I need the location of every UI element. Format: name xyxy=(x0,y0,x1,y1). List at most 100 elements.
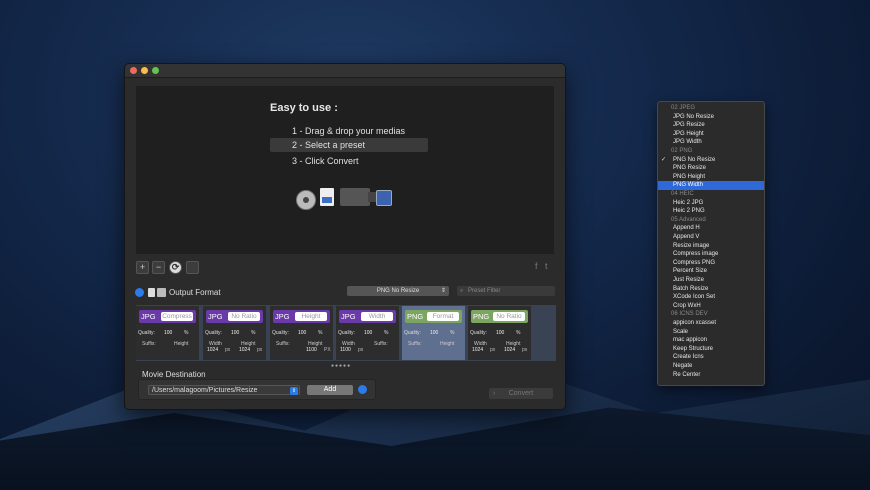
step-2-text: 2 - Select a preset xyxy=(292,140,366,150)
menu-item[interactable]: Batch Resize xyxy=(658,285,764,294)
preset-filter-input[interactable]: ⌕ Preset Filter xyxy=(457,286,555,296)
field-unit-2: px xyxy=(522,347,528,353)
field-value-2[interactable]: 1100 xyxy=(306,347,317,353)
camera-icon xyxy=(340,188,376,206)
step-1-text: 1 - Drag & drop your medias xyxy=(292,126,406,136)
preset-select[interactable]: PNG No Resize ⇕ xyxy=(347,286,449,296)
format-badge: JPG Width xyxy=(339,310,396,323)
preset-card[interactable]: JPG Height Quality: 100% Suffix: Height 1100 PX xyxy=(270,306,333,360)
chevron-updown-icon: ⇕ xyxy=(290,387,298,395)
percent-label: % xyxy=(318,330,323,336)
percent-label: % xyxy=(384,330,389,336)
preset-filter-placeholder: Preset Filter xyxy=(468,288,501,294)
format-badge: PNG Format xyxy=(405,310,462,323)
menu-item[interactable]: PNG Resize xyxy=(658,164,764,173)
menu-item[interactable]: Percent Size xyxy=(658,267,764,276)
menu-item-label: JPG Height xyxy=(673,130,704,137)
remove-preset-button[interactable]: − xyxy=(152,261,165,274)
preset-name: No Ratio xyxy=(228,312,260,321)
add-destination-button[interactable]: Add xyxy=(307,385,353,395)
minimize-button[interactable] xyxy=(141,67,148,74)
quality-value[interactable]: 100 xyxy=(164,330,172,336)
menu-item[interactable]: Keep Structure xyxy=(658,345,764,354)
menu-item[interactable]: Crop WxH xyxy=(658,302,764,311)
quality-value[interactable]: 100 xyxy=(430,330,438,336)
preset-card[interactable]: PNG No Ratio Quality: 100% Width Height 1024 px… xyxy=(468,306,531,360)
menu-item[interactable]: JPG Height xyxy=(658,130,764,139)
field-unit-2: px xyxy=(257,347,263,353)
format-name: PNG xyxy=(473,312,490,321)
menu-item[interactable]: Compress image xyxy=(658,250,764,259)
menu-section-header: 05 Advanced xyxy=(658,216,764,225)
quality-value[interactable]: 100 xyxy=(231,330,239,336)
menu-item[interactable]: Re Center xyxy=(658,371,764,380)
trash-icon[interactable] xyxy=(186,261,199,274)
preset-name: Compress xyxy=(161,312,193,321)
menu-item[interactable]: Just Resize xyxy=(658,276,764,285)
menu-item[interactable]: Resize image xyxy=(658,242,764,251)
menu-item-label: 04 HEIC xyxy=(671,191,694,197)
preset-cards: JPG Compress Quality: 100% Suffix: Height JPG N… xyxy=(135,304,557,362)
preset-card[interactable]: PNG Format Quality: 100% Suffix: Height xyxy=(402,306,465,360)
destination-path-text: /Users/malagoom/Pictures/Resize xyxy=(152,387,258,394)
menu-item-label: PNG Width xyxy=(673,182,704,189)
zoom-button[interactable] xyxy=(152,67,159,74)
menu-item[interactable]: mac appicon xyxy=(658,336,764,345)
field-value-1[interactable]: 1024 xyxy=(472,347,483,353)
format-badge: JPG Compress xyxy=(139,310,196,323)
preset-card[interactable]: JPG Width Quality: 100% Width Suffix: 1100 px xyxy=(336,306,399,360)
field-value-2[interactable]: 1024 xyxy=(239,347,250,353)
menu-item[interactable]: PNG Width xyxy=(658,181,764,190)
preset-dropdown-menu: 02 JPEG JPG No Resize JPG Resize JPG Height… xyxy=(657,101,765,386)
field-label-2: Suffix: xyxy=(374,341,388,347)
destination-info-icon[interactable] xyxy=(358,385,367,394)
menu-item[interactable]: ✓ PNG No Resize xyxy=(658,156,764,165)
menu-item-label: Compress PNG xyxy=(673,259,716,266)
menu-item[interactable]: XCode Icon Set xyxy=(658,293,764,302)
convert-button[interactable]: › Convert xyxy=(489,388,553,399)
quality-value[interactable]: 100 xyxy=(364,330,372,336)
field-value-1[interactable]: 1100 xyxy=(340,347,351,353)
menu-item[interactable]: JPG Width xyxy=(658,138,764,147)
field-value-2[interactable]: 1024 xyxy=(504,347,515,353)
menu-item[interactable]: PNG Height xyxy=(658,173,764,182)
output-format-label: Output Format xyxy=(169,288,221,297)
quality-label: Quality: xyxy=(205,330,222,336)
field-value-1[interactable]: 1024 xyxy=(207,347,218,353)
quality-value[interactable]: 100 xyxy=(298,330,306,336)
menu-item-label: Crop WxH xyxy=(673,302,701,309)
menu-item-label: 02 JPEG xyxy=(671,105,696,111)
media-drop-zone[interactable]: Easy to use : 1 - Drag & drop your media… xyxy=(136,86,554,254)
format-name: JPG xyxy=(208,312,223,321)
preset-card[interactable]: JPG Compress Quality: 100% Suffix: Height xyxy=(136,306,199,360)
menu-item[interactable]: Negate xyxy=(658,362,764,371)
menu-item[interactable]: Append V xyxy=(658,233,764,242)
menu-item[interactable]: Scale xyxy=(658,328,764,337)
page-indicator[interactable]: ●●●●● xyxy=(331,363,351,369)
menu-item[interactable]: appicon xcasset xyxy=(658,319,764,328)
menu-item-label: Compress image xyxy=(673,251,719,258)
preset-card[interactable]: JPG No Ratio Quality: 100% Width Height 1024 px… xyxy=(203,306,266,360)
destination-path-select[interactable]: /Users/malagoom/Pictures/Resize ⇕ xyxy=(148,385,300,395)
menu-item-label: Keep Structure xyxy=(673,345,714,352)
menu-item[interactable]: Create Icns xyxy=(658,353,764,362)
menu-item[interactable]: JPG Resize xyxy=(658,121,764,130)
twitter-icon[interactable]: t xyxy=(545,261,548,271)
menu-item[interactable]: Heic 2 PNG xyxy=(658,207,764,216)
info-icon[interactable] xyxy=(135,288,144,297)
quality-value[interactable]: 100 xyxy=(496,330,504,336)
menu-item-label: Resize image xyxy=(673,242,710,249)
menu-item[interactable]: Heic 2 JPG xyxy=(658,199,764,208)
menu-item-label: Heic 2 JPG xyxy=(673,199,704,206)
cycle-icon[interactable]: ⟳ xyxy=(169,261,182,274)
menu-item[interactable]: Append H xyxy=(658,224,764,233)
facebook-icon[interactable]: f xyxy=(535,261,538,271)
close-button[interactable] xyxy=(130,67,137,74)
percent-label: % xyxy=(450,330,455,336)
menu-item-label: 05 Advanced xyxy=(671,216,706,223)
menu-item[interactable]: Compress PNG xyxy=(658,259,764,268)
menu-item[interactable]: JPG No Resize xyxy=(658,113,764,122)
quality-row: Quality: 100% xyxy=(338,330,397,336)
add-preset-button[interactable]: + xyxy=(136,261,149,274)
checkmark-icon: ✓ xyxy=(661,156,667,163)
